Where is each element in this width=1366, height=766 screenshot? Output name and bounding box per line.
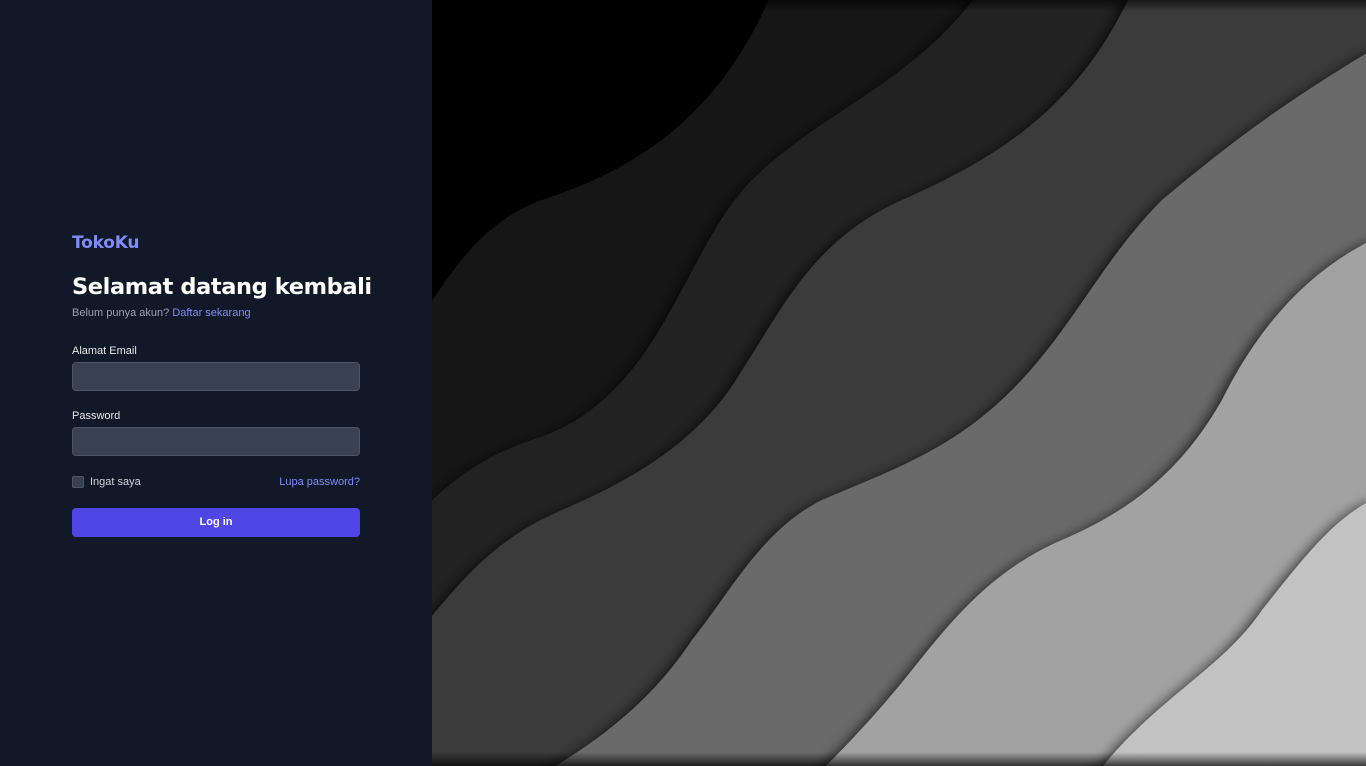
email-field[interactable] — [72, 362, 360, 391]
email-label: Alamat Email — [72, 345, 137, 357]
page-title: Selamat datang kembali — [72, 274, 372, 300]
login-form: TokoKu Selamat datang kembali Belum puny… — [72, 231, 372, 537]
password-label: Password — [72, 410, 121, 422]
no-account-text: Belum punya akun? — [72, 307, 170, 319]
register-prompt: Belum punya akun? Daftar sekarang — [72, 305, 360, 321]
login-panel: TokoKu Selamat datang kembali Belum puny… — [0, 0, 432, 766]
remember-me[interactable]: Ingat saya — [72, 476, 141, 488]
options-row: Ingat saya Lupa password? — [72, 474, 360, 490]
register-link[interactable]: Daftar sekarang — [172, 307, 250, 319]
abstract-waves-illustration — [432, 0, 1366, 766]
login-page: TokoKu Selamat datang kembali Belum puny… — [0, 0, 1366, 766]
password-field[interactable] — [72, 427, 360, 456]
hero-image — [432, 0, 1366, 766]
brand-logo[interactable]: TokoKu — [72, 231, 360, 255]
forgot-password-link[interactable]: Lupa password? — [279, 476, 360, 488]
remember-label[interactable]: Ingat saya — [90, 476, 141, 488]
remember-checkbox[interactable] — [72, 476, 84, 488]
login-button[interactable]: Log in — [72, 508, 360, 537]
